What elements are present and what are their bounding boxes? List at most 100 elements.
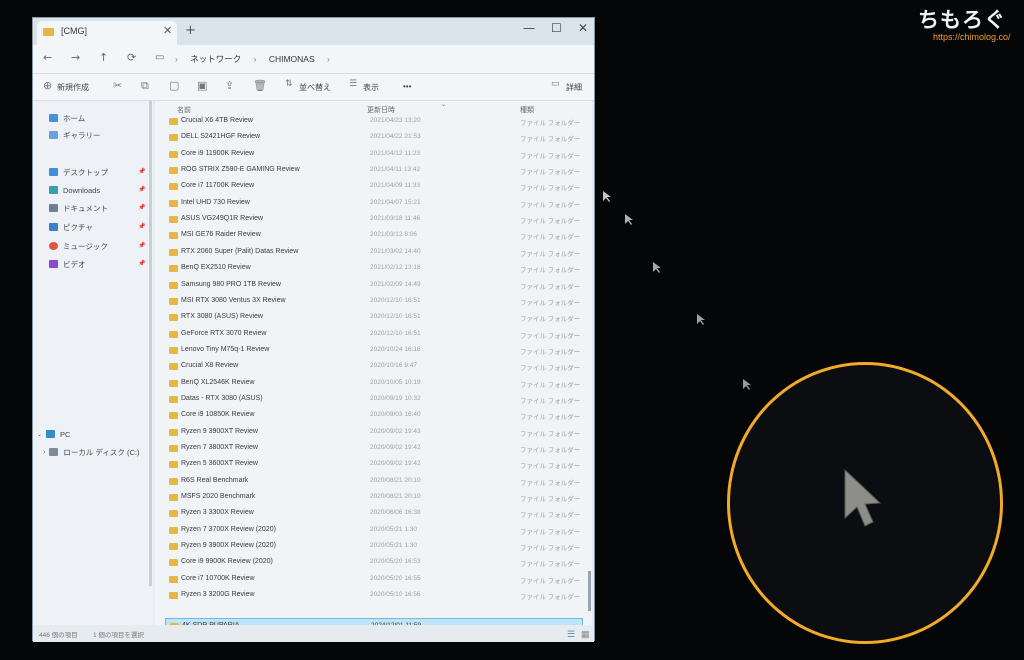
file-row[interactable]: BenQ EX2510 Review 2021/02/12 13:16 ファイル フ… xyxy=(165,261,583,277)
file-row[interactable]: Ryzen 9 3900XT Review 2020/09/02 19:43 ファイ… xyxy=(165,425,583,441)
file-row[interactable]: ROG STRIX Z590-E GAMING Review 2021/04/11… xyxy=(165,163,583,179)
folder-icon xyxy=(169,494,178,502)
breadcrumb-item[interactable]: ネットワーク xyxy=(190,54,241,64)
home-icon xyxy=(49,114,58,122)
folder-icon xyxy=(169,395,178,403)
up-icon[interactable]: ↑ xyxy=(99,51,108,64)
details-view-icon[interactable]: ☰ xyxy=(567,629,575,640)
nav-item-local-disk[interactable]: › ローカル ディスク (C:) xyxy=(43,445,139,459)
chevron-right-icon[interactable]: › xyxy=(43,449,45,456)
cut-icon[interactable]: ✂ xyxy=(113,79,122,92)
folder-icon xyxy=(169,281,178,289)
file-row[interactable]: Ryzen 9 3900X Review (2020) 2020/05/21 1:… xyxy=(165,539,583,555)
file-type: ファイル フォルダー xyxy=(520,201,581,209)
file-row[interactable]: Ryzen 5 3600XT Review 2020/09/02 19:42 ファイ… xyxy=(165,457,583,473)
view-button[interactable]: 表示 xyxy=(363,82,379,93)
file-type: ファイル フォルダー xyxy=(520,136,581,144)
refresh-icon[interactable]: ⟳ xyxy=(127,51,136,64)
sort-button[interactable]: 並べ替え xyxy=(299,82,331,93)
file-row[interactable]: Datas - RTX 3080 (ASUS) 2020/09/19 10:32 フ… xyxy=(165,392,583,408)
paste-icon[interactable]: ▢ xyxy=(169,79,179,92)
pc-monitor-icon: ▭ xyxy=(155,52,165,63)
back-icon[interactable]: ← xyxy=(43,51,52,64)
file-row[interactable]: MSI GE76 Raider Review 2021/03/12 8:06 ファイ… xyxy=(165,228,583,244)
folder-icon xyxy=(169,167,178,175)
file-row[interactable]: Core i9 9900K Review (2020) 2020/05/20 16… xyxy=(165,555,583,571)
file-type: ファイル フォルダー xyxy=(520,577,581,585)
file-row[interactable]: BenQ XL2546K Review 2020/10/05 10:19 ファイル … xyxy=(165,376,583,392)
delete-icon[interactable]: 🗑 xyxy=(253,79,267,92)
nav-item-pictures[interactable]: ピクチャ xyxy=(49,220,93,234)
file-date: 2020/12/10 16:51 xyxy=(370,329,421,337)
nav-item-downloads[interactable]: Downloads xyxy=(49,183,100,197)
folder-icon xyxy=(169,183,178,191)
file-row[interactable]: Ryzen 3 3200G Review 2020/05/10 16:56 ファイル… xyxy=(165,588,583,604)
file-name: R6S Real Benchmark xyxy=(181,476,249,484)
nav-item-documents[interactable]: ドキュメント xyxy=(49,201,108,215)
nav-item-video[interactable]: ビデオ xyxy=(49,257,86,271)
file-type: ファイル フォルダー xyxy=(520,169,581,177)
file-row[interactable]: Crucial X6 4TB Review 2021/04/23 13:20 ファイ… xyxy=(165,114,583,130)
mouse-cursor-icon xyxy=(697,314,705,325)
file-row[interactable]: Crucial X8 Review 2020/10/16 9:47 ファイル フォル… xyxy=(165,359,583,375)
file-date: 2020/12/10 16:51 xyxy=(370,313,421,321)
file-list-scrollbar[interactable] xyxy=(588,571,591,611)
nav-item-music[interactable]: ミュージック xyxy=(49,239,108,253)
tiles-view-icon[interactable]: ▦ xyxy=(581,629,590,640)
file-type: ファイル フォルダー xyxy=(520,545,581,553)
file-date: 2021/04/11 13:42 xyxy=(370,166,421,174)
new-button[interactable]: 新規作成 xyxy=(57,82,89,93)
file-row[interactable]: GeForce RTX 3070 Review 2020/12/10 16:51 フ… xyxy=(165,327,583,343)
folder-icon xyxy=(169,477,178,485)
minimize-button[interactable]: — xyxy=(523,21,535,35)
file-row[interactable]: ASUS VG249Q1R Review 2021/03/18 11:46 ファイル… xyxy=(165,212,583,228)
nav-item-gallery[interactable]: ギャラリー xyxy=(49,128,101,142)
nav-item-home[interactable]: ホーム xyxy=(49,111,85,125)
file-row[interactable]: Samsung 980 PRO 1TB Review 2021/02/09 14:… xyxy=(165,278,583,294)
folder-icon xyxy=(169,412,178,420)
file-row[interactable]: DELL S2421HGF Review 2021/04/22 21:53 ファイル… xyxy=(165,130,583,146)
chevron-down-icon[interactable]: ⌄ xyxy=(37,431,42,438)
file-row[interactable]: R6S Real Benchmark 2020/08/21 20:10 ファイル フ… xyxy=(165,474,583,490)
file-name: BenQ EX2510 Review xyxy=(181,264,251,272)
nav-item-pc[interactable]: ⌄ PC xyxy=(37,427,70,441)
close-tab-icon[interactable]: ✕ xyxy=(163,24,172,37)
more-button[interactable]: ••• xyxy=(403,82,411,91)
breadcrumb[interactable]: › ネットワーク › CHIMONAS › xyxy=(175,53,340,65)
close-button[interactable]: ✕ xyxy=(578,21,588,35)
file-type: ファイル フォルダー xyxy=(520,250,581,258)
file-row[interactable]: RTX 3080 (ASUS) Review 2020/12/10 16:51 ファ… xyxy=(165,310,583,326)
nav-item-label: ギャラリー xyxy=(63,130,101,140)
file-row[interactable]: Core i9 10850K Review 2020/09/03 16:40 ファイ… xyxy=(165,408,583,424)
details-button[interactable]: 詳細 xyxy=(566,82,582,93)
mouse-cursor-icon xyxy=(743,379,751,390)
file-row[interactable]: Intel UHD 730 Review 2021/04/07 15:21 ファイル… xyxy=(165,196,583,212)
nav-item-desktop[interactable]: デスクトップ xyxy=(49,165,108,179)
file-row[interactable]: Ryzen 3 3300X Review 2020/06/06 16:38 ファイル… xyxy=(165,506,583,522)
file-date: 2021/04/12 11:23 xyxy=(370,149,421,157)
forward-icon[interactable]: → xyxy=(71,51,80,64)
file-row[interactable]: MSI RTX 3080 Ventus 3X Review 2020/12/10 … xyxy=(165,294,583,310)
file-row[interactable]: MSFS 2020 Benchmark 2020/08/21 20:10 ファイル … xyxy=(165,490,583,506)
maximize-button[interactable]: ☐ xyxy=(551,21,562,35)
new-tab-button[interactable]: + xyxy=(185,23,196,38)
file-row[interactable]: Lenovo Tiny M75q-1 Review 2020/10/24 16:1… xyxy=(165,343,583,359)
folder-icon xyxy=(169,510,178,518)
gallery-icon xyxy=(49,131,58,139)
file-row[interactable]: Core i9 11900K Review 2021/04/12 11:23 ファイ… xyxy=(165,147,583,163)
file-row[interactable]: Ryzen 7 3700X Review (2020) 2020/05/21 1:… xyxy=(165,523,583,539)
copy-icon[interactable]: ⧉ xyxy=(141,79,149,93)
navigation-pane: ホーム ギャラリー デスクトップ 📌 Downloads 📌 ドキュメント 📌 … xyxy=(33,101,153,625)
rename-icon[interactable]: ▣ xyxy=(197,79,207,92)
tab-cmg[interactable]: [CMG] ✕ xyxy=(37,21,177,45)
file-row[interactable]: Core i7 11700K Review 2021/04/09 11:33 ファイ… xyxy=(165,179,583,195)
tab-title: [CMG] xyxy=(61,26,87,36)
share-icon[interactable]: ⇪ xyxy=(225,79,234,92)
breadcrumb-item[interactable]: CHIMONAS xyxy=(269,54,315,64)
nav-pane-scrollbar[interactable] xyxy=(149,101,152,586)
folder-icon xyxy=(169,199,178,207)
file-row[interactable]: RTX 2060 Super (Palit) Datas Review 2021/… xyxy=(165,245,583,261)
file-date: 2021/02/09 14:49 xyxy=(370,280,421,288)
file-row[interactable]: Ryzen 7 3800XT Review 2020/09/02 19:42 ファイ… xyxy=(165,441,583,457)
file-row[interactable]: Core i7 10700K Review 2020/05/20 16:55 ファイ… xyxy=(165,572,583,588)
